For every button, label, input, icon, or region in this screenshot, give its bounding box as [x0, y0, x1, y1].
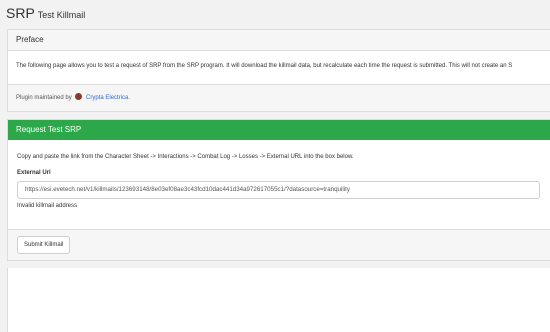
submit-killmail-button[interactable]: Submit Killmail	[17, 236, 71, 254]
request-title: Request Test SRP	[8, 120, 550, 140]
external-url-label: External Url	[17, 170, 51, 176]
content-area	[7, 268, 550, 332]
preface-footer: Plugin maintained by Crypta Electrica.	[8, 84, 550, 111]
maintainer-prefix: Plugin maintained by	[16, 95, 72, 101]
request-body: Copy and paste the link from the Charact…	[8, 140, 550, 211]
preface-body: The following page allows you to test a …	[16, 63, 513, 69]
external-url-input[interactable]	[17, 180, 540, 199]
app-name: SRP	[6, 5, 35, 21]
preface-title: Preface	[8, 30, 550, 51]
page: SRP Test Killmail Preface The following …	[0, 0, 550, 332]
request-panel: Request Test SRP Copy and paste the link…	[7, 119, 550, 261]
preface-panel: Preface The following page allows you to…	[7, 29, 550, 112]
maintainer-link[interactable]: Crypta Electrica.	[86, 95, 130, 101]
page-title: Test Killmail	[37, 10, 86, 20]
page-header: SRP Test Killmail	[0, 0, 550, 26]
request-footer: Submit Killmail	[8, 229, 550, 260]
maintainer-avatar	[75, 93, 83, 101]
request-instructions: Copy and paste the link from the Charact…	[17, 154, 354, 160]
validation-error: Invalid killmail address	[17, 202, 78, 209]
